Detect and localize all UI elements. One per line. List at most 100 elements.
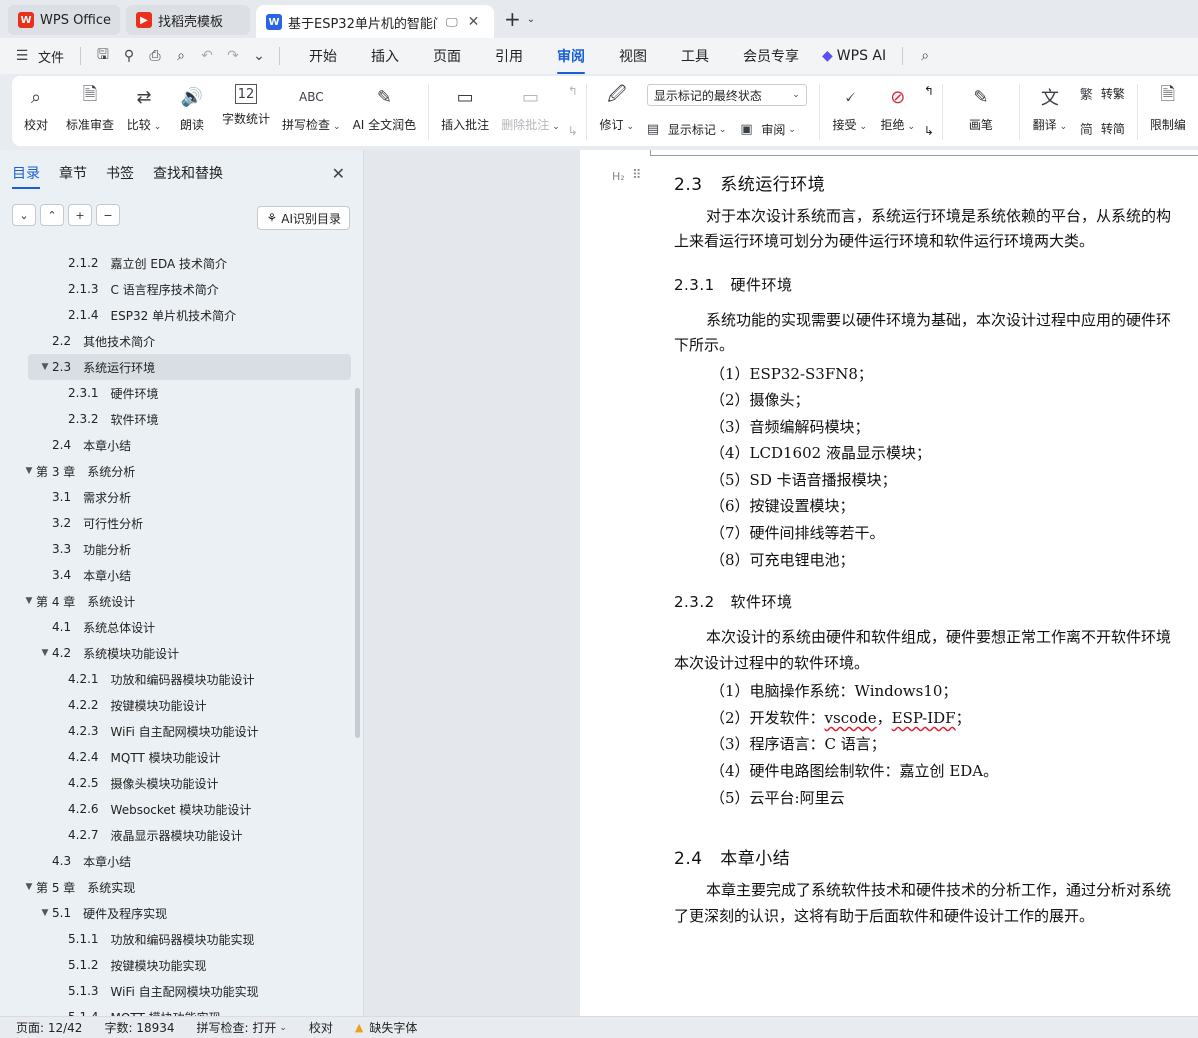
close-icon[interactable]: ✕ <box>332 164 345 183</box>
toc-item[interactable]: 3.4 本章小结 <box>0 562 352 588</box>
toc-item[interactable]: 2.1.2 嘉立创 EDA 技术简介 <box>0 250 352 276</box>
panel-tab-find-replace[interactable]: 查找和替换 <box>153 163 223 183</box>
compare-button[interactable]: ⇄ 比较 ⌄ <box>126 84 162 133</box>
heading-level-icon[interactable]: H₂ <box>612 170 625 183</box>
expand-arrow-icon[interactable]: ▼ <box>22 466 36 476</box>
toc-item[interactable]: 5.1.1 功放和编码器模块功能实现 <box>0 926 352 952</box>
tab-start[interactable]: 开始 <box>309 46 337 66</box>
spell-check-button[interactable]: ABC 拼写检查 ⌄ <box>282 84 341 133</box>
expand-arrow-icon[interactable]: ▼ <box>38 648 52 658</box>
toc-item[interactable]: ▼ 第 3 章系统分析 <box>0 458 352 484</box>
link-icon[interactable]: ⚲ <box>119 48 139 64</box>
search-icon[interactable]: ⌕ <box>915 48 935 64</box>
toc-item[interactable]: 4.3 本章小结 <box>0 848 352 874</box>
to-simplified-button[interactable]: 简转简 <box>1080 119 1125 138</box>
toc-item[interactable]: 4.2.4 MQTT 模块功能设计 <box>0 744 352 770</box>
expand-arrow-icon[interactable]: ▼ <box>22 596 36 606</box>
tab-view[interactable]: 视图 <box>619 46 647 66</box>
chevron-up-icon[interactable]: ⌃ <box>40 204 64 226</box>
chevron-down-icon[interactable]: ⌄ <box>249 48 269 64</box>
new-tab-icon[interactable]: + <box>504 7 521 31</box>
restrict-editing-button[interactable]: 🗎 限制编 <box>1150 84 1186 133</box>
insert-comment-button[interactable]: ▭ 插入批注 <box>441 84 489 133</box>
toc-item[interactable]: 5.1.2 按键模块功能实现 <box>0 952 352 978</box>
file-menu[interactable]: ☰ 文件 <box>12 47 64 66</box>
revise-button[interactable]: 🖉 修订 ⌄ <box>599 84 635 133</box>
tab-tools[interactable]: 工具 <box>681 46 709 66</box>
wps-ai-button[interactable]: ◆ WPS AI <box>822 48 886 64</box>
toc-item[interactable]: ▼ 第 5 章系统实现 <box>0 874 352 900</box>
toc-item[interactable]: ▼ 5.1 硬件及程序实现 <box>0 900 352 926</box>
accept-button[interactable]: 🗸 接受 ⌄ <box>832 84 868 133</box>
markup-state-select[interactable]: 显示标记的最终状态 ⌄ <box>646 84 807 106</box>
toc-item[interactable]: 2.1.3 C 语言程序技术简介 <box>0 276 352 302</box>
toc-item[interactable]: 3.3 功能分析 <box>0 536 352 562</box>
reject-button[interactable]: ⊘ 拒绝 ⌄ <box>880 84 916 133</box>
redo-icon[interactable]: ↷ <box>223 48 243 64</box>
panel-tab-toc[interactable]: 目录 <box>12 163 40 189</box>
expand-arrow-icon[interactable]: ▼ <box>38 362 52 372</box>
tab-references[interactable]: 引用 <box>495 46 523 66</box>
show-markup-button[interactable]: ▤ 显示标记 ⌄ <box>647 121 727 138</box>
proofread-button[interactable]: ⌕ 校对 <box>18 84 54 133</box>
previous-change-icon[interactable]: ↰ <box>924 84 934 98</box>
translate-button[interactable]: 文 翻译 ⌄ <box>1032 84 1068 133</box>
monitor-icon[interactable]: 🖵 <box>446 15 458 30</box>
tab-insert[interactable]: 插入 <box>371 46 399 66</box>
toc-item[interactable]: 3.1 需求分析 <box>0 484 352 510</box>
tab-page[interactable]: 页面 <box>433 46 461 66</box>
next-comment-icon[interactable]: ↳ <box>568 124 578 138</box>
next-change-icon[interactable]: ↳ <box>924 124 934 138</box>
read-aloud-button[interactable]: 🔊 朗读 <box>174 84 210 133</box>
panel-scrollbar[interactable] <box>355 388 360 738</box>
toc-item[interactable]: 4.2.1 功放和编码器模块功能设计 <box>0 666 352 692</box>
toc-item[interactable]: 2.3.1 硬件环境 <box>0 380 352 406</box>
expand-arrow-icon[interactable]: ▼ <box>38 908 52 918</box>
chevron-down-icon[interactable]: ⌄ <box>12 204 36 226</box>
save-icon[interactable]: 🖫 <box>93 44 113 68</box>
missing-font-status[interactable]: ▲ 缺失字体 <box>355 1019 417 1036</box>
tab-document[interactable]: W 基于ESP32单片机的智能门铃 🖵 ✕ <box>256 5 494 39</box>
undo-icon[interactable]: ↶ <box>197 48 217 64</box>
toc-item[interactable]: 2.1.4 ESP32 单片机技术简介 <box>0 302 352 328</box>
panel-tab-bookmark[interactable]: 书签 <box>106 163 134 183</box>
toc-item[interactable]: 3.2 可行性分析 <box>0 510 352 536</box>
document-page[interactable]: H₂ ⠿ 2.3 系统运行环境 对于本次设计系统而言，系统运行环境是系统依赖的平… <box>580 150 1198 1016</box>
delete-comment-button[interactable]: ▭ 删除批注 ⌄ <box>501 84 560 133</box>
tab-review[interactable]: 审阅 <box>557 46 586 74</box>
toc-item[interactable]: 4.2.6 Websocket 模块功能设计 <box>0 796 352 822</box>
toc-item[interactable]: 4.2.2 按键模块功能设计 <box>0 692 352 718</box>
previous-comment-icon[interactable]: ↰ <box>568 84 578 98</box>
ai-toc-button[interactable]: ⚘ AI识别目录 <box>257 206 350 230</box>
tab-wps-office[interactable]: W WPS Office <box>8 5 120 35</box>
print-icon[interactable]: ⎙ <box>145 48 165 64</box>
standard-review-button[interactable]: 🗎 标准审查 <box>66 84 114 133</box>
toc-item[interactable]: 4.2.7 液晶显示器模块功能设计 <box>0 822 352 848</box>
expand-arrow-icon[interactable]: ▼ <box>22 882 36 892</box>
toc-item[interactable]: 4.2.3 WiFi 自主配网模块功能设计 <box>0 718 352 744</box>
toc-item[interactable]: 4.1 系统总体设计 <box>0 614 352 640</box>
toc-item[interactable]: ▼ 4.2 系统模块功能设计 <box>0 640 352 666</box>
chevron-down-icon[interactable]: ⌄ <box>527 14 535 25</box>
word-count[interactable]: 字数: 18934 <box>104 1019 174 1036</box>
proofread-status[interactable]: 校对 <box>309 1019 333 1036</box>
spelling-error[interactable]: ESP-IDF <box>892 709 956 727</box>
print-preview-icon[interactable]: ⌕ <box>171 48 191 64</box>
ai-polish-button[interactable]: ✎ AI 全文润色 <box>353 84 417 133</box>
review-pane-button[interactable]: ▣ 审阅 ⌄ <box>740 121 796 138</box>
toc-item[interactable]: ▼ 第 4 章系统设计 <box>0 588 352 614</box>
tab-template[interactable]: ▶ 找稻壳模板 <box>126 5 250 35</box>
panel-tab-chapter[interactable]: 章节 <box>59 163 87 183</box>
draw-button[interactable]: ✎ 画笔 <box>963 84 999 133</box>
toc-item[interactable]: 5.1.3 WiFi 自主配网模块功能实现 <box>0 978 352 1004</box>
toc-item[interactable]: ▼ 2.3 系统运行环境 <box>28 354 351 380</box>
tab-member[interactable]: 会员专享 <box>743 46 799 66</box>
close-icon[interactable]: ✕ <box>468 14 480 30</box>
toc-item[interactable]: 4.2.5 摄像头模块功能设计 <box>0 770 352 796</box>
word-count-button[interactable]: 12 字数统计 <box>222 84 270 127</box>
toc-item[interactable]: 2.2 其他技术简介 <box>0 328 352 354</box>
plus-icon[interactable]: + <box>68 204 92 226</box>
spell-check-status[interactable]: 拼写检查: 打开 ⌄ <box>197 1019 287 1036</box>
toc-item[interactable]: 2.4 本章小结 <box>0 432 352 458</box>
drag-handle-icon[interactable]: ⠿ <box>632 168 641 183</box>
